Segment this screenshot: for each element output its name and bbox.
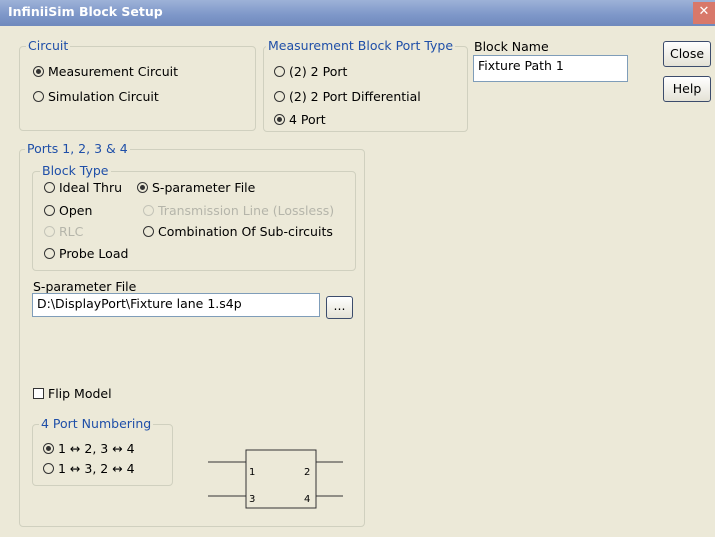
title-bar: InfiniiSim Block Setup ✕ [0, 0, 715, 26]
radio-label: (2) 2 Port [289, 64, 348, 79]
radio-ideal-thru[interactable]: Ideal Thru [44, 180, 122, 196]
checkbox-icon[interactable] [33, 388, 44, 399]
radio-label: Measurement Circuit [48, 64, 179, 79]
block-type-legend: Block Type [40, 163, 111, 178]
radio-icon[interactable] [33, 91, 44, 102]
radio-measurement-circuit[interactable]: Measurement Circuit [33, 64, 178, 80]
radio-icon[interactable] [44, 205, 55, 216]
flip-model-label: Flip Model [48, 386, 112, 401]
radio-label: S-parameter File [152, 180, 256, 195]
block-name-input[interactable]: Fixture Path 1 [473, 55, 628, 82]
block-name-label: Block Name [474, 39, 549, 54]
radio-4-port[interactable]: 4 Port [274, 112, 326, 128]
sparameter-file-label: S-parameter File [33, 279, 137, 294]
close-button[interactable]: Close [663, 41, 711, 67]
radio-2-port[interactable]: (2) 2 Port [274, 64, 347, 80]
sparameter-file-input[interactable]: D:\DisplayPort\Fixture lane 1.s4p [32, 293, 320, 317]
radio-icon[interactable] [274, 91, 285, 102]
radio-icon[interactable] [44, 248, 55, 259]
browse-button[interactable]: ... [326, 296, 353, 319]
port-type-legend: Measurement Block Port Type [266, 38, 456, 53]
radio-icon[interactable] [143, 226, 154, 237]
window-title: InfiniiSim Block Setup [8, 4, 163, 19]
radio-selected-icon[interactable] [137, 182, 148, 193]
radio-icon[interactable] [44, 182, 55, 193]
port-1-label: 1 [249, 467, 255, 478]
ports-legend: Ports 1, 2, 3 & 4 [25, 141, 130, 156]
radio-selected-icon[interactable] [274, 114, 285, 125]
radio-sparameter-file[interactable]: S-parameter File [137, 180, 255, 196]
radio-label: Open [59, 203, 93, 218]
port-3-label: 3 [249, 494, 255, 505]
radio-icon[interactable] [43, 463, 54, 474]
radio-selected-icon[interactable] [33, 66, 44, 77]
radio-simulation-circuit[interactable]: Simulation Circuit [33, 89, 159, 105]
radio-transmission-line: Transmission Line (Lossless) [143, 203, 334, 219]
window-close-icon[interactable]: ✕ [693, 2, 715, 24]
radio-label: Transmission Line (Lossless) [158, 203, 335, 218]
circuit-legend: Circuit [26, 38, 71, 53]
radio-label: 1 ↔ 3, 2 ↔ 4 [58, 461, 135, 476]
radio-label: Ideal Thru [59, 180, 123, 195]
radio-label: RLC [59, 224, 84, 239]
radio-open[interactable]: Open [44, 203, 92, 219]
radio-icon[interactable] [274, 66, 285, 77]
radio-rlc: RLC [44, 224, 83, 240]
radio-2-port-differential[interactable]: (2) 2 Port Differential [274, 89, 421, 105]
radio-numbering-1-2[interactable]: 1 ↔ 2, 3 ↔ 4 [43, 441, 135, 457]
port-numbering-legend: 4 Port Numbering [39, 416, 154, 431]
radio-numbering-1-3[interactable]: 1 ↔ 3, 2 ↔ 4 [43, 461, 135, 477]
radio-label: (2) 2 Port Differential [289, 89, 421, 104]
radio-probe-load[interactable]: Probe Load [44, 246, 128, 262]
radio-label: 1 ↔ 2, 3 ↔ 4 [58, 441, 135, 456]
radio-combination-sub-circuits[interactable]: Combination Of Sub-circuits [143, 224, 333, 240]
radio-disabled-icon [143, 205, 154, 216]
help-button[interactable]: Help [663, 76, 711, 102]
radio-disabled-icon [44, 226, 55, 237]
port-2-label: 2 [304, 467, 310, 478]
port-diagram: 1 2 3 4 [208, 449, 343, 509]
radio-label: Simulation Circuit [48, 89, 159, 104]
port-4-label: 4 [304, 494, 310, 505]
radio-selected-icon[interactable] [43, 443, 54, 454]
radio-label: 4 Port [289, 112, 326, 127]
flip-model-checkbox-row[interactable]: Flip Model [33, 386, 112, 402]
radio-label: Combination Of Sub-circuits [158, 224, 333, 239]
radio-label: Probe Load [59, 246, 129, 261]
